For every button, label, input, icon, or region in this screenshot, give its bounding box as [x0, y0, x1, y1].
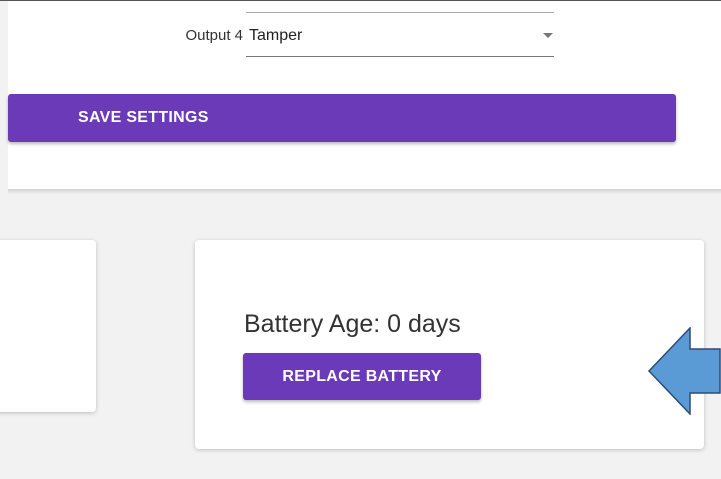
left-arrow-icon: [648, 327, 721, 415]
chevron-down-icon: [543, 33, 553, 38]
save-settings-button[interactable]: SAVE SETTINGS: [8, 94, 676, 142]
output-4-select[interactable]: Tamper: [246, 12, 554, 57]
panel-divider: [8, 189, 721, 194]
battery-card: Battery Age: 0 days REPLACE BATTERY: [195, 240, 704, 449]
battery-age-text: Battery Age: 0 days: [244, 310, 461, 338]
output-4-selected-value: Tamper: [249, 27, 303, 44]
replace-battery-label: REPLACE BATTERY: [282, 368, 442, 385]
save-settings-label: SAVE SETTINGS: [78, 109, 209, 126]
left-card: [0, 240, 96, 412]
output-4-label: Output 4: [185, 27, 243, 44]
replace-battery-button[interactable]: REPLACE BATTERY: [243, 353, 481, 400]
